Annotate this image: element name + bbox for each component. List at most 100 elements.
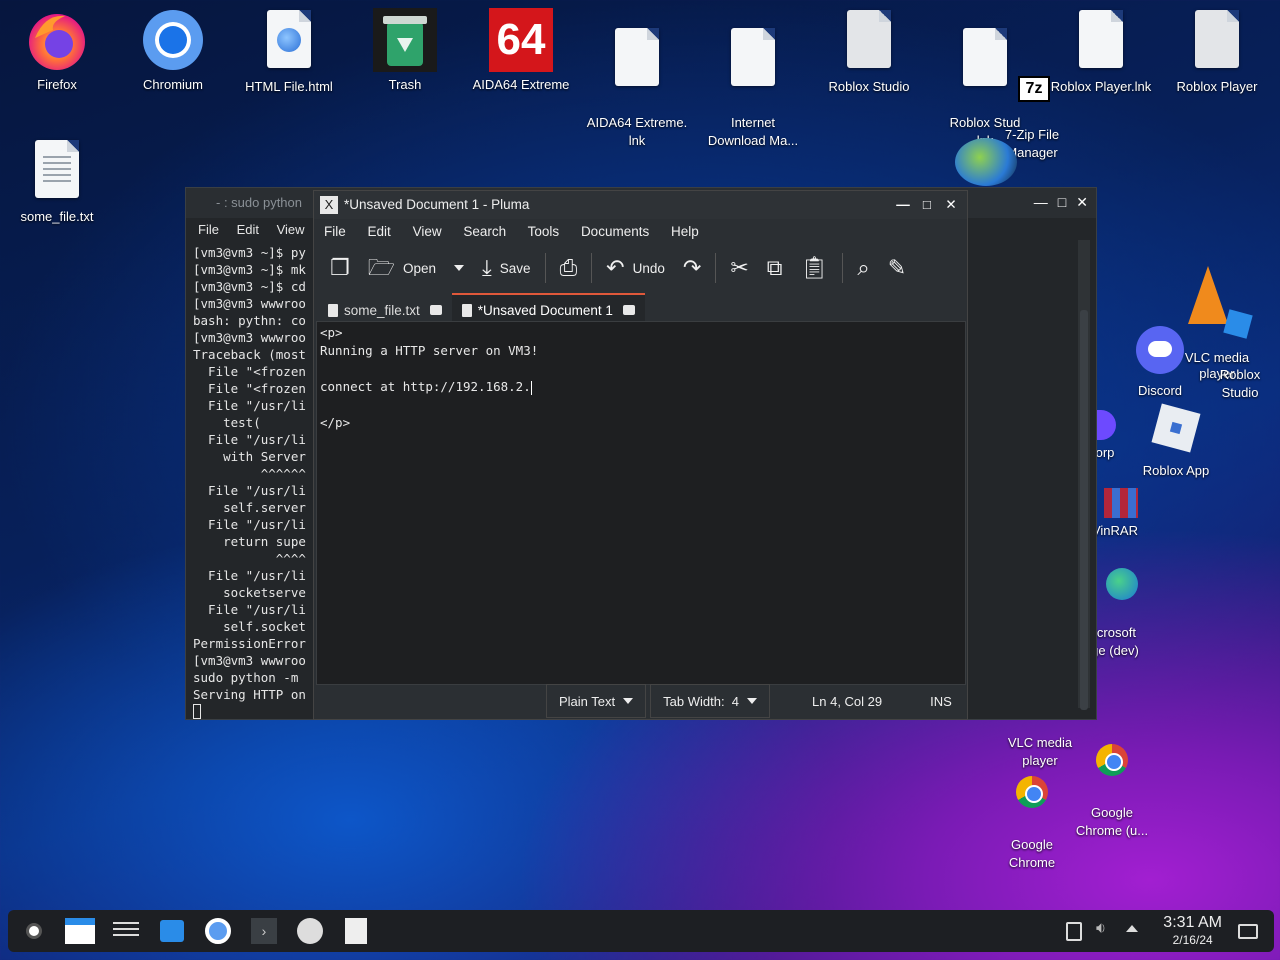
tab-close-icon[interactable] [429, 305, 442, 315]
terminal-line: with Server [193, 449, 306, 464]
find-button[interactable]: ⌕ [851, 253, 875, 283]
desktop-icon-roblox-player[interactable]: Roblox Player [1162, 8, 1272, 96]
menu-file[interactable]: File [324, 224, 346, 239]
editor-line-text: <p> [320, 325, 343, 340]
cursor-position: Ln 4, Col 29 [812, 693, 883, 709]
trash-icon [373, 8, 437, 72]
file-icon [837, 10, 901, 74]
desktop-icon-trash[interactable]: Trash [350, 8, 460, 94]
desktop-icon-label: some_file.txt [20, 209, 94, 224]
taskbar-file-manager[interactable] [60, 911, 100, 951]
file-icon [953, 28, 1017, 92]
taskbar-vmware[interactable] [290, 911, 330, 951]
desktop-icon-roblox-player-lnk[interactable]: Roblox Player.lnk [1046, 8, 1156, 96]
terminal-title: - : sudo python [216, 195, 302, 210]
desktop-icon-label: Roblox Player.lnk [1050, 79, 1152, 94]
printer-icon: ⎙ [559, 255, 578, 280]
tab-width-selector[interactable]: Tab Width: 4 [650, 684, 771, 718]
text-editor[interactable]: <p> Running a HTTP server on VM3! connect … [316, 321, 966, 685]
desktop-icon-discord[interactable]: Discord [1105, 326, 1215, 400]
desktop-icon-html-file[interactable]: HTML File.html [234, 8, 344, 96]
terminal-line: socketserve [193, 585, 306, 600]
undo-label: Undo [632, 260, 665, 276]
print-button[interactable]: ⎙ [554, 253, 584, 283]
open-recent-dropdown[interactable] [448, 261, 470, 275]
chromium-icon [205, 918, 231, 944]
copy-icon: ⧉ [766, 255, 783, 280]
desktop-icon-firefox[interactable]: Firefox [2, 8, 112, 94]
terminal-scrollbar[interactable] [1078, 240, 1090, 710]
desktop-icon-label: Roblox Player [1176, 79, 1258, 94]
terminal-line: ^^^^ [193, 551, 306, 566]
editor-line-text: connect at http://192.168.2. [320, 379, 531, 394]
desktop-icon-chromium[interactable]: Chromium [118, 8, 228, 94]
menu-search[interactable]: Search [463, 224, 506, 239]
desktop-icon-chrome[interactable]: Google Chrome [977, 758, 1087, 890]
close-icon[interactable]: ✕ [1076, 194, 1088, 211]
redo-button[interactable]: ↷ [677, 253, 707, 283]
editor-line-text: </p> [320, 415, 351, 430]
tab-label: *Unsaved Document 1 [477, 302, 613, 318]
taskbar-store[interactable] [152, 911, 192, 951]
maximize-icon[interactable]: □ [917, 195, 937, 215]
close-icon[interactable]: ✕ [941, 195, 961, 215]
taskbar-chromium[interactable] [198, 911, 238, 951]
desktop-icon-aida64[interactable]: 64 AIDA64 Extreme [466, 8, 576, 94]
terminal-line: [vm3@vm3 wwwroo [193, 653, 306, 668]
document-icon [328, 303, 338, 317]
cut-button[interactable]: ✂ [724, 253, 754, 283]
desktop-icon-some-file[interactable]: some_file.txt [2, 138, 112, 226]
minimize-icon[interactable]: — [893, 195, 913, 215]
copy-button[interactable]: ⧉ [761, 253, 789, 283]
search-icon: ⌕ [857, 255, 870, 280]
terminal-menu-file[interactable]: File [198, 222, 219, 237]
new-document-button[interactable]: ❐ [324, 253, 356, 283]
new-document-icon: ❐ [330, 255, 350, 280]
desktop-icon-aida64-lnk[interactable]: AIDA64 Extreme. lnk [582, 8, 692, 168]
show-desktop-icon[interactable] [1238, 924, 1258, 939]
maximize-icon[interactable]: □ [1058, 194, 1066, 211]
terminal-menu-view[interactable]: View [277, 222, 305, 237]
desktop-icon-roblox-studio[interactable]: Roblox Studio [814, 8, 924, 96]
open-button[interactable]: 🗁 Open [362, 253, 442, 283]
aida64-icon: 64 [489, 8, 553, 72]
desktop-icon-label: Trash [388, 77, 422, 92]
open-label: Open [403, 260, 437, 276]
taskbar-terminal[interactable]: › [244, 911, 284, 951]
clock-time: 3:31 AM [1163, 914, 1222, 931]
terminal-output[interactable]: [vm3@vm3 ~]$ py [vm3@vm3 ~]$ mk [vm3@vm3 ~… [186, 242, 313, 719]
taskbar-settings[interactable] [106, 911, 146, 951]
pluma-titlebar[interactable]: X *Unsaved Document 1 - Pluma — □ ✕ [314, 191, 967, 219]
menu-view[interactable]: View [413, 224, 442, 239]
menu-edit[interactable]: Edit [368, 224, 391, 239]
taskbar-pluma[interactable] [336, 911, 376, 951]
chrome-icon [1016, 776, 1048, 808]
terminal-line: self.socket [193, 619, 306, 634]
syntax-selector[interactable]: Plain Text [546, 684, 647, 718]
save-button[interactable]: ⤓ Save [476, 253, 537, 283]
application-launcher[interactable] [14, 911, 54, 951]
tray-expand-icon[interactable] [1126, 925, 1138, 932]
undo-button[interactable]: ↶ Undo [600, 253, 671, 283]
clipboard-icon: 📋︎ [800, 255, 829, 280]
menu-documents[interactable]: Documents [581, 224, 649, 239]
undo-icon: ↶ [606, 255, 625, 280]
menu-help[interactable]: Help [671, 224, 699, 239]
clock[interactable]: 3:31 AM 2/16/24 [1163, 913, 1222, 947]
pluma-window[interactable]: X *Unsaved Document 1 - Pluma — □ ✕ File… [313, 190, 968, 720]
vmware-icon [297, 918, 323, 944]
paste-button[interactable]: 📋︎ [794, 253, 834, 283]
clock-date: 2/16/24 [1172, 933, 1213, 947]
text-editor-icon [345, 918, 367, 944]
replace-button[interactable]: ✎ [882, 253, 912, 283]
clipboard-tray-icon[interactable] [1066, 922, 1082, 941]
volume-icon[interactable]: 🔉︎ [1096, 920, 1106, 938]
terminal-menu-edit[interactable]: Edit [237, 222, 259, 237]
terminal-line: File "/usr/li [193, 483, 306, 498]
minimize-icon[interactable]: — [1034, 194, 1048, 211]
desktop-icon-idm[interactable]: Internet Download Ma... [698, 8, 808, 168]
menu-tools[interactable]: Tools [528, 224, 560, 239]
pluma-menubar: File Edit View Search Tools Documents He… [314, 219, 967, 245]
tab-close-icon[interactable] [622, 305, 635, 315]
desktop-icon-label: HTML File.html [245, 79, 333, 94]
